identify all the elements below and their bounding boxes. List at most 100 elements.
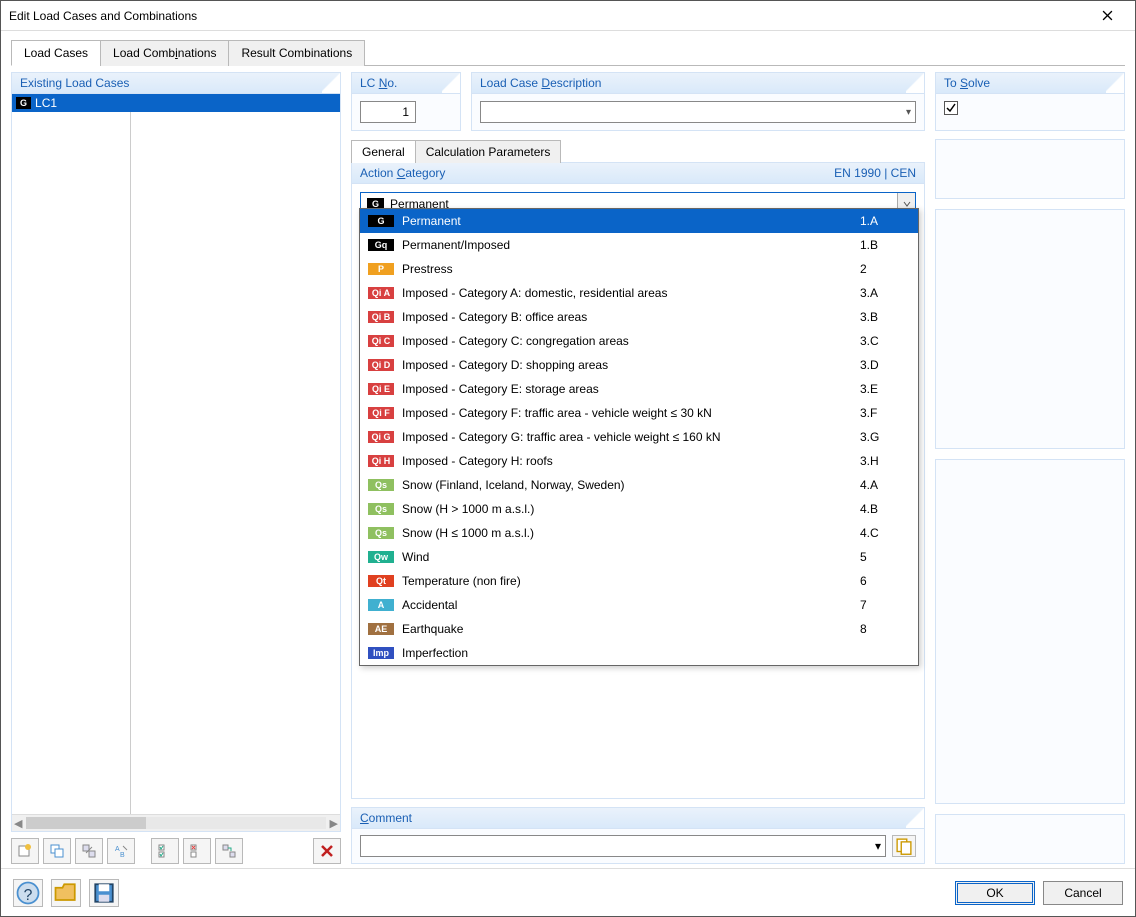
ok-button[interactable]: OK	[955, 881, 1035, 905]
side-panel-1	[935, 139, 1125, 199]
new-button[interactable]	[11, 838, 39, 864]
help-button[interactable]: ?	[13, 879, 43, 907]
option-code: 1.A	[860, 214, 910, 228]
dropdown-option[interactable]: Qi CImposed - Category C: congregation a…	[360, 329, 918, 353]
option-label: Imposed - Category H: roofs	[402, 454, 860, 468]
check-all-button[interactable]	[151, 838, 179, 864]
comment-header: Comment	[352, 808, 924, 829]
option-badge: Qi D	[368, 359, 394, 371]
to-solve-header: To Solve	[936, 73, 1124, 94]
cancel-button[interactable]: Cancel	[1043, 881, 1123, 905]
dropdown-option[interactable]: Qi D Imposed - Category D: shopping areas…	[360, 353, 918, 377]
option-label: Permanent	[402, 214, 860, 228]
option-badge: Qi C	[368, 335, 394, 347]
dropdown-option[interactable]: Qi BImposed - Category B: office areas3.…	[360, 305, 918, 329]
option-label: Snow (H ≤ 1000 m a.s.l.)	[402, 526, 860, 540]
option-badge: Qi H	[368, 455, 394, 467]
tab-result-combinations[interactable]: Result Combinations	[228, 40, 365, 66]
option-code: 3.G	[860, 430, 910, 444]
uncheck-all-button[interactable]	[183, 838, 211, 864]
dropdown-option[interactable]: G Permanent1.A	[360, 209, 918, 233]
renumber-button[interactable]: AB	[107, 838, 135, 864]
option-code: 2	[860, 262, 910, 276]
dropdown-option[interactable]: Qi A Imposed - Category A: domestic, resi…	[360, 281, 918, 305]
dropdown-option[interactable]: P Prestress2	[360, 257, 918, 281]
select-button[interactable]	[215, 838, 243, 864]
dropdown-option[interactable]: AAccidental7	[360, 593, 918, 617]
option-code: 4.A	[860, 478, 910, 492]
scroll-left-icon[interactable]: ◀	[14, 817, 22, 830]
delete-button[interactable]	[313, 838, 341, 864]
dropdown-option[interactable]: Qi EImposed - Category E: storage areas3…	[360, 377, 918, 401]
chevron-down-icon: ▾	[906, 107, 911, 118]
lc-no-input[interactable]	[360, 101, 416, 123]
option-label: Imposed - Category A: domestic, resident…	[402, 286, 860, 300]
copy-button[interactable]	[43, 838, 71, 864]
description-header: Load Case Description	[472, 73, 924, 94]
subtab-calculation-parameters[interactable]: Calculation Parameters	[415, 140, 562, 163]
option-code: 6	[860, 574, 910, 588]
sort-button[interactable]	[75, 838, 103, 864]
option-badge: G	[368, 215, 394, 227]
apply-comment-button[interactable]	[892, 835, 916, 857]
horizontal-scrollbar[interactable]: ◀ ▶	[12, 814, 340, 831]
option-label: Permanent/Imposed	[402, 238, 860, 252]
standard-label: EN 1990 | CEN	[834, 166, 916, 180]
option-label: Imperfection	[402, 646, 860, 660]
dropdown-option[interactable]: QsSnow (H > 1000 m a.s.l.)4.B	[360, 497, 918, 521]
tab-load-combinations[interactable]: Load Combinations	[100, 40, 229, 66]
description-combo[interactable]: ▾	[480, 101, 916, 123]
option-badge: P	[368, 263, 394, 275]
option-code: 1.B	[860, 238, 910, 252]
option-badge: Qi A	[368, 287, 394, 299]
chevron-down-icon: ▾	[875, 839, 881, 853]
open-button[interactable]	[51, 879, 81, 907]
existing-load-cases-list[interactable]: G LC1	[12, 94, 340, 814]
dropdown-option[interactable]: Qs Snow (H ≤ 1000 m a.s.l.)4.C	[360, 521, 918, 545]
option-label: Snow (Finland, Iceland, Norway, Sweden)	[402, 478, 860, 492]
dropdown-option[interactable]: QwWind5	[360, 545, 918, 569]
option-code: 3.D	[860, 358, 910, 372]
existing-load-cases-header: Existing Load Cases	[12, 73, 340, 94]
left-toolbar: AB	[11, 838, 341, 864]
option-label: Imposed - Category G: traffic area - veh…	[402, 430, 860, 444]
option-badge: Gq	[368, 239, 394, 251]
option-code: 3.F	[860, 406, 910, 420]
dropdown-option[interactable]: Qi HImposed - Category H: roofs3.H	[360, 449, 918, 473]
dropdown-option[interactable]: Qi GImposed - Category G: traffic area -…	[360, 425, 918, 449]
option-badge: Qs	[368, 527, 394, 539]
dropdown-option[interactable]: Qi FImposed - Category F: traffic area -…	[360, 401, 918, 425]
option-code: 4.B	[860, 502, 910, 516]
option-badge: Qi F	[368, 407, 394, 419]
option-label: Earthquake	[402, 622, 860, 636]
lc-no-header: LC No.	[352, 73, 460, 94]
option-badge: AE	[368, 623, 394, 635]
dropdown-option[interactable]: AEEarthquake8	[360, 617, 918, 641]
save-button[interactable]	[89, 879, 119, 907]
option-code: 3.A	[860, 286, 910, 300]
option-code: 4.C	[860, 526, 910, 540]
option-badge: Qt	[368, 575, 394, 587]
scroll-right-icon[interactable]: ▶	[330, 817, 338, 830]
tab-load-cases[interactable]: Load Cases	[11, 40, 101, 66]
option-code: 3.B	[860, 310, 910, 324]
comment-combo[interactable]: ▾	[360, 835, 886, 857]
option-label: Imposed - Category E: storage areas	[402, 382, 860, 396]
side-panel-3	[935, 459, 1125, 804]
close-button[interactable]	[1087, 2, 1127, 30]
option-badge: Qw	[368, 551, 394, 563]
action-category-dropdown[interactable]: G Permanent1.A Gq Permanent/Imposed1.B P Pres…	[359, 208, 919, 666]
option-badge: Imp	[368, 647, 394, 659]
dropdown-option[interactable]: Gq Permanent/Imposed1.B	[360, 233, 918, 257]
list-item[interactable]: G LC1	[12, 94, 340, 112]
to-solve-checkbox[interactable]	[944, 101, 958, 115]
option-label: Prestress	[402, 262, 860, 276]
svg-text:?: ?	[24, 887, 33, 904]
option-label: Imposed - Category D: shopping areas	[402, 358, 860, 372]
option-label: Accidental	[402, 598, 860, 612]
option-code: 3.E	[860, 382, 910, 396]
dropdown-option[interactable]: Imp Imperfection	[360, 641, 918, 665]
dropdown-option[interactable]: QsSnow (Finland, Iceland, Norway, Sweden…	[360, 473, 918, 497]
dropdown-option[interactable]: QtTemperature (non fire)6	[360, 569, 918, 593]
subtab-general[interactable]: General	[351, 140, 416, 163]
